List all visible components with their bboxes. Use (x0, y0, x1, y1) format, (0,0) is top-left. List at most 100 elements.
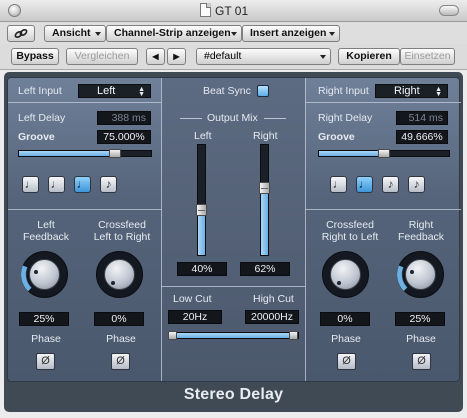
note-sixteenth-icon: ♪ (105, 177, 112, 191)
right-input-value: Right (394, 85, 420, 97)
preset-bar: Bypass Vergleichen ◀ ▶ #default Kopieren… (0, 44, 467, 70)
right-crossfeed-phase-button[interactable]: Ø (337, 353, 356, 370)
divider (305, 78, 306, 381)
right-note-eighth-button[interactable]: ♪ (382, 176, 399, 193)
output-right-fill (261, 188, 268, 255)
right-groove-slider[interactable] (318, 149, 450, 158)
knob-indicator (34, 269, 39, 274)
paste-button[interactable]: Einsetzen (400, 48, 455, 65)
right-note-quarter-button[interactable]: ♩ (356, 176, 373, 193)
knob-indicator (337, 280, 342, 285)
left-crossfeed-phase-label: Phase (106, 333, 136, 345)
high-cut-value[interactable]: 20000Hz (245, 310, 299, 324)
low-cut-label: Low Cut (173, 293, 212, 305)
divider (264, 118, 286, 119)
note-half-icon: ♩ (332, 177, 345, 191)
left-note-eighth-button[interactable]: ♩ (74, 176, 91, 193)
note-half-icon: ♩ (24, 177, 37, 191)
left-groove-slider[interactable] (18, 149, 152, 158)
channel-strip-menu-label: Channel-Strip anzeigen (114, 27, 231, 39)
beat-sync-label: Beat Sync (203, 85, 251, 97)
right-note-half-button[interactable]: ♩ (330, 176, 347, 193)
divider (305, 102, 461, 103)
plugin-header: Ansicht Channel-Strip anzeigen Insert an… (0, 22, 467, 44)
note-sixteenth-icon: ♪ (413, 177, 420, 191)
right-groove-label: Groove (318, 131, 355, 143)
note-eighth-icon: ♪ (387, 177, 394, 191)
high-cut-handle[interactable] (289, 331, 298, 340)
right-groove-handle[interactable] (378, 149, 390, 158)
high-cut-label: High Cut (253, 293, 294, 305)
right-groove-fill (319, 151, 384, 156)
up-down-arrows-icon: ▲ ▼ (138, 85, 145, 99)
low-cut-handle[interactable] (168, 331, 177, 340)
left-groove-handle[interactable] (109, 149, 121, 158)
left-crossfeed-phase-button[interactable]: Ø (111, 353, 130, 370)
low-cut-value[interactable]: 20Hz (168, 310, 222, 324)
next-preset-button[interactable]: ▶ (167, 48, 186, 65)
output-left-value[interactable]: 40% (177, 262, 227, 276)
note-quarter-icon: ♩ (358, 177, 371, 191)
toolbar-toggle-button[interactable] (439, 5, 459, 16)
right-feedback-label: Right Feedback (388, 219, 454, 243)
output-left-handle[interactable] (196, 204, 207, 216)
right-feedback-phase-button[interactable]: Ø (412, 353, 431, 370)
right-crossfeed-label: Crossfeed Right to Left (312, 219, 388, 243)
right-input-select[interactable]: Right ▲ ▼ (375, 84, 448, 98)
channel-strip-menu[interactable]: Channel-Strip anzeigen (106, 25, 242, 42)
left-crossfeed-value[interactable]: 0% (94, 312, 144, 326)
cut-range-slider[interactable] (168, 331, 299, 340)
left-feedback-phase-button[interactable]: Ø (36, 353, 55, 370)
output-right-slider[interactable] (259, 144, 270, 256)
output-right-value[interactable]: 62% (240, 262, 290, 276)
output-left-slider[interactable] (196, 144, 207, 256)
right-groove-value[interactable]: 49.666% (396, 130, 448, 144)
left-input-select[interactable]: Left ▲ ▼ (78, 84, 151, 98)
insert-menu[interactable]: Insert anzeigen (242, 25, 340, 42)
plugin-name: Stereo Delay (183, 386, 284, 403)
window-titlebar[interactable]: GT 01 (0, 0, 467, 22)
left-groove-value[interactable]: 75.000% (97, 130, 151, 144)
left-delay-value[interactable]: 388 ms (97, 111, 151, 125)
right-feedback-label-text: Right Feedback (397, 219, 445, 243)
left-delay-label: Left Delay (18, 112, 66, 124)
knob-indicator (111, 280, 116, 285)
left-note-quarter-button[interactable]: ♩ (48, 176, 65, 193)
left-feedback-label: Left Feedback (14, 219, 78, 243)
previous-preset-button[interactable]: ◀ (146, 48, 165, 65)
left-groove-label: Groove (18, 131, 55, 143)
copy-button[interactable]: Kopieren (338, 48, 400, 65)
left-feedback-knob[interactable] (21, 251, 68, 298)
preset-menu[interactable]: #default (196, 48, 331, 65)
view-menu-label: Ansicht (52, 27, 91, 39)
chevron-down-icon (95, 32, 101, 36)
cut-range-fill (177, 333, 290, 338)
compare-button[interactable]: Vergleichen (66, 48, 138, 65)
left-crossfeed-label: Crossfeed Left to Right (84, 219, 160, 243)
left-feedback-label-text: Left Feedback (22, 219, 70, 243)
right-feedback-value[interactable]: 25% (395, 312, 445, 326)
left-input-value: Left (97, 85, 116, 97)
beat-sync-checkbox[interactable] (257, 85, 269, 97)
chevron-down-icon (329, 32, 335, 36)
bypass-button[interactable]: Bypass (11, 48, 59, 65)
knob-indicator (410, 269, 415, 274)
left-crossfeed-knob[interactable] (96, 251, 143, 298)
right-delay-value[interactable]: 514 ms (396, 111, 448, 125)
left-feedback-value[interactable]: 25% (19, 312, 69, 326)
right-note-sixteenth-button[interactable]: ♪ (408, 176, 425, 193)
left-note-half-button[interactable]: ♩ (22, 176, 39, 193)
link-button[interactable] (7, 25, 35, 42)
divider (161, 78, 162, 381)
view-menu[interactable]: Ansicht (44, 25, 106, 42)
output-left-fill (198, 210, 205, 255)
left-feedback-phase-label: Phase (31, 333, 61, 345)
right-feedback-knob[interactable] (397, 251, 444, 298)
divider (161, 286, 305, 287)
output-right-handle[interactable] (259, 182, 270, 194)
right-crossfeed-value[interactable]: 0% (320, 312, 370, 326)
left-note-sixteenth-button[interactable]: ♪ (100, 176, 117, 193)
right-crossfeed-knob[interactable] (322, 251, 369, 298)
close-button[interactable] (8, 4, 21, 17)
right-input-label: Right Input (318, 85, 369, 97)
